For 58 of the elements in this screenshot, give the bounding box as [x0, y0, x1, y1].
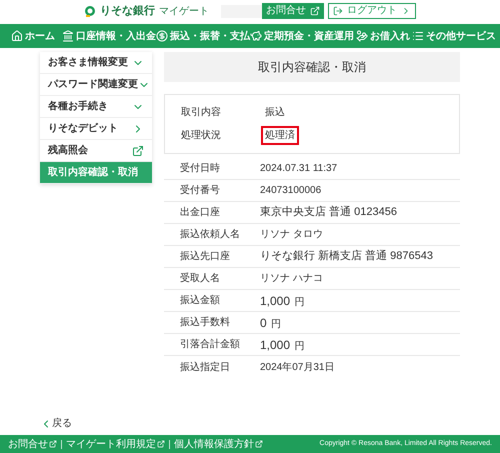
- nav-item[interactable]: お借入れ: [354, 30, 412, 42]
- detail-value: 24073100006: [260, 184, 322, 198]
- detail-label: 振込手数料: [180, 316, 231, 330]
- hand-coins-icon: [356, 30, 368, 42]
- nav-item[interactable]: その他サービス: [412, 30, 496, 42]
- external-link-icon: [157, 440, 165, 448]
- piggy-bank-icon: [250, 30, 262, 42]
- status-value: 処理済: [261, 126, 299, 145]
- detail-value: 2024年07月31日: [260, 360, 334, 374]
- external-link-icon: [310, 6, 320, 16]
- external-link-icon: [132, 144, 144, 156]
- home-icon: [11, 30, 23, 42]
- detail-label: 出金口座: [180, 206, 221, 220]
- detail-label: 振込依頼人名: [180, 228, 241, 242]
- bank-icon: [62, 30, 74, 42]
- logout-button[interactable]: ログアウト: [328, 3, 416, 19]
- detail-value: リソナ タロウ: [260, 228, 323, 242]
- external-link-icon: [49, 440, 57, 448]
- footer-link[interactable]: マイゲート利用規定: [66, 436, 165, 452]
- logo-icon: [84, 5, 96, 17]
- detail-value: 東京中央支店 普通 0123456: [260, 204, 397, 220]
- logo-subtitle: マイゲート: [159, 4, 209, 18]
- status-value: 振込: [264, 106, 286, 120]
- sidebar-item[interactable]: 各種お手続き: [40, 96, 152, 118]
- detail-value: りそな銀行 新橋支店 普通 9876543: [260, 248, 433, 264]
- detail-value: 2024.07.31 11:37: [260, 162, 338, 176]
- detail-value: 1,000 円: [260, 292, 304, 310]
- page-title: 取引内容確認・取消: [258, 59, 366, 76]
- detail-label: 振込指定日: [180, 360, 231, 374]
- logo-text: りそな銀行: [100, 4, 155, 19]
- status-label: 取引内容: [181, 106, 222, 120]
- sidebar-item[interactable]: パスワード関連変更: [40, 74, 152, 96]
- sidebar-item[interactable]: りそなデビット: [40, 118, 152, 140]
- detail-value: リソナ ハナコ: [260, 272, 323, 286]
- nav-item[interactable]: 振込・振替・支払: [156, 30, 250, 42]
- footer-link[interactable]: 個人情報保護方針: [174, 436, 263, 452]
- sidebar-item[interactable]: 取引内容確認・取消: [40, 162, 152, 184]
- nav-item[interactable]: ホーム: [4, 30, 62, 42]
- detail-label: 振込先口座: [180, 250, 231, 264]
- detail-label: 受付番号: [180, 184, 221, 198]
- contact-button[interactable]: お問合せ: [262, 3, 324, 19]
- coin-icon: [156, 30, 168, 42]
- detail-label: 受付日時: [180, 162, 221, 176]
- status-label: 処理状況: [181, 128, 222, 143]
- detail-label: 引落合計金額: [180, 338, 241, 352]
- header-blank-field: [221, 4, 262, 18]
- detail-label: 受取人名: [180, 272, 221, 286]
- detail-value: 0 円: [260, 314, 282, 332]
- sidebar-item[interactable]: お客さま情報変更: [40, 52, 152, 74]
- footer-link[interactable]: お問合せ: [8, 436, 57, 452]
- logout-icon: [333, 6, 343, 16]
- nav-item[interactable]: 口座情報・入出金: [62, 30, 156, 42]
- sidebar-item[interactable]: 残高照会: [40, 140, 152, 162]
- detail-label: 振込金額: [180, 294, 221, 308]
- external-link-icon: [255, 440, 263, 448]
- detail-value: 1,000 円: [260, 336, 304, 354]
- nav-item[interactable]: 定期預金・資産運用: [250, 30, 354, 42]
- back-link[interactable]: 戻る: [40, 416, 72, 431]
